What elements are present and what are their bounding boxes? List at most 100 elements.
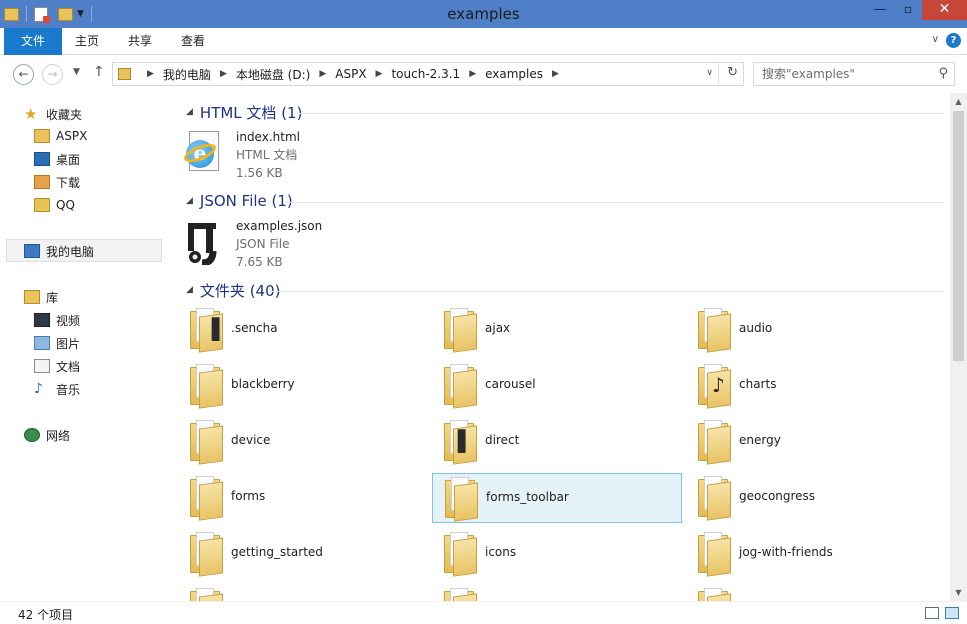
json-logo xyxy=(188,223,217,265)
nav-label: 文档 xyxy=(56,359,81,374)
folder-item[interactable]: ♪ charts xyxy=(686,361,936,411)
nav-favorites[interactable]: ★ 收藏夹 xyxy=(24,104,82,124)
breadcrumb-item[interactable]: touch-2.3.1 xyxy=(391,67,460,81)
folder-icon xyxy=(118,68,131,80)
address-divider xyxy=(718,63,719,85)
group-header-html[interactable]: ◢ HTML 文档 (1) xyxy=(186,102,302,122)
file-item-index-html[interactable]: index.html HTML 文档 1.56 KB xyxy=(236,128,300,182)
expand-ribbon-chevron-icon[interactable]: ∨ xyxy=(932,34,939,45)
folder-icon xyxy=(188,475,224,521)
folder-item[interactable]: ajax xyxy=(432,305,682,355)
breadcrumb-item[interactable]: ASPX xyxy=(335,67,366,81)
tab-share[interactable]: 共享 xyxy=(115,28,165,55)
folder-icon: ▌ xyxy=(442,419,478,465)
collapse-chevron-icon[interactable]: ◢ xyxy=(186,107,193,117)
maximize-button[interactable]: ▫ xyxy=(894,0,922,20)
tab-view[interactable]: 查看 xyxy=(168,28,218,55)
folder-item[interactable]: audio xyxy=(686,305,936,355)
folder-item[interactable]: ▌ direct xyxy=(432,417,682,467)
breadcrumb-item[interactable]: examples xyxy=(485,67,543,81)
nav-item-aspx[interactable]: ASPX xyxy=(34,126,87,146)
nav-item-pictures[interactable]: 图片 xyxy=(34,333,80,353)
search-icon[interactable]: ⚲ xyxy=(938,66,948,81)
tab-home[interactable]: 主页 xyxy=(62,28,112,55)
folder-icon xyxy=(696,419,732,465)
folder-item[interactable]: getting_started xyxy=(178,529,428,579)
folder-item[interactable]: geocongress xyxy=(686,473,936,523)
folder-item[interactable]: energy xyxy=(686,417,936,467)
breadcrumb-separator-icon[interactable]: ▶ xyxy=(220,69,227,79)
folder-item[interactable]: forms xyxy=(178,473,428,523)
breadcrumb-item[interactable]: 本地磁盘 (D:) xyxy=(236,66,310,83)
help-icon[interactable]: ? xyxy=(946,33,961,48)
nav-libraries[interactable]: 库 xyxy=(24,287,58,307)
folder-item[interactable]: device xyxy=(178,417,428,467)
nav-label: 桌面 xyxy=(56,152,81,167)
details-view-icon[interactable] xyxy=(925,607,939,619)
nav-item-downloads[interactable]: 下载 xyxy=(34,172,80,192)
folder-icon xyxy=(442,363,478,409)
up-arrow-icon[interactable]: ↑ xyxy=(93,64,105,80)
nav-label: 音乐 xyxy=(56,382,81,397)
nav-this-pc[interactable]: 我的电脑 xyxy=(24,241,94,261)
ie-document-icon[interactable]: e xyxy=(181,131,221,175)
search-input[interactable] xyxy=(754,63,932,85)
ribbon: 文件 主页 共享 查看 ∨ ? xyxy=(0,28,967,55)
folder-item[interactable]: forms_toolbar xyxy=(432,473,682,523)
computer-icon xyxy=(24,244,40,258)
nav-item-desktop[interactable]: 桌面 xyxy=(34,149,80,169)
folder-icon xyxy=(696,307,732,353)
folder-name: jog-with-friends xyxy=(739,545,833,559)
group-header-folders[interactable]: ◢ 文件夹 (40) xyxy=(186,280,280,300)
refresh-icon[interactable]: ↻ xyxy=(727,65,738,80)
window-controls: — ▫ ✕ xyxy=(866,0,967,20)
file-item-examples-json[interactable]: examples.json JSON File 7.65 KB xyxy=(236,217,322,271)
tab-file[interactable]: 文件 xyxy=(4,28,62,55)
nav-item-music[interactable]: ♪ 音乐 xyxy=(34,379,80,399)
folder-item[interactable]: carousel xyxy=(432,361,682,411)
recent-locations-chevron-icon[interactable]: ▼ xyxy=(73,67,80,77)
nav-network[interactable]: 网络 xyxy=(24,425,70,445)
folder-name: .sencha xyxy=(231,321,278,335)
folder-name: device xyxy=(231,433,271,447)
breadcrumb-separator-icon[interactable]: ▶ xyxy=(552,69,559,79)
group-header-json[interactable]: ◢ JSON File (1) xyxy=(186,191,293,211)
folder-item[interactable]: icons xyxy=(432,529,682,579)
collapse-chevron-icon[interactable]: ◢ xyxy=(186,196,193,206)
folder-name: icons xyxy=(485,545,517,559)
nav-item-qq[interactable]: QQ xyxy=(34,195,75,215)
address-bar[interactable]: ▶ 我的电脑 ▶ 本地磁盘 (D:) ▶ ASPX ▶ touch-2.3.1 … xyxy=(112,62,744,86)
breadcrumb-separator-icon[interactable]: ▶ xyxy=(147,69,154,79)
scroll-down-arrow-icon[interactable]: ▼ xyxy=(950,584,967,601)
collapse-chevron-icon[interactable]: ◢ xyxy=(186,285,193,295)
vertical-scrollbar[interactable]: ▲ ▼ xyxy=(950,93,967,601)
folder-item[interactable]: ▐ .sencha xyxy=(178,305,428,355)
minimize-button[interactable]: — xyxy=(866,0,894,20)
back-button[interactable]: ← xyxy=(13,64,34,85)
breadcrumb-separator-icon[interactable]: ▶ xyxy=(376,69,383,79)
scrollbar-thumb[interactable] xyxy=(953,111,964,361)
nav-label: 网络 xyxy=(46,428,71,443)
folder-name: forms_toolbar xyxy=(486,490,569,504)
nav-label: QQ xyxy=(56,198,75,212)
folder-name: audio xyxy=(739,321,773,335)
nav-item-documents[interactable]: 文档 xyxy=(34,356,80,376)
video-icon xyxy=(34,313,50,327)
scroll-up-arrow-icon[interactable]: ▲ xyxy=(950,93,967,110)
folder-icon xyxy=(442,531,478,577)
folder-item[interactable]: blackberry xyxy=(178,361,428,411)
nav-label: 库 xyxy=(46,290,59,305)
folder-icon xyxy=(188,419,224,465)
breadcrumb-separator-icon[interactable]: ▶ xyxy=(469,69,476,79)
nav-item-videos[interactable]: 视频 xyxy=(34,310,80,330)
breadcrumb-separator-icon[interactable]: ▶ xyxy=(319,69,326,79)
folder-item[interactable]: jog-with-friends xyxy=(686,529,936,579)
view-switcher xyxy=(925,607,959,619)
json-file-icon[interactable] xyxy=(186,221,220,265)
breadcrumb-item[interactable]: 我的电脑 xyxy=(163,66,211,83)
folder-name: getting_started xyxy=(231,545,323,559)
address-history-chevron-icon[interactable]: ∨ xyxy=(706,68,713,78)
forward-button[interactable]: → xyxy=(42,64,63,85)
close-button[interactable]: ✕ xyxy=(922,0,967,20)
tiles-view-icon[interactable] xyxy=(945,607,959,619)
